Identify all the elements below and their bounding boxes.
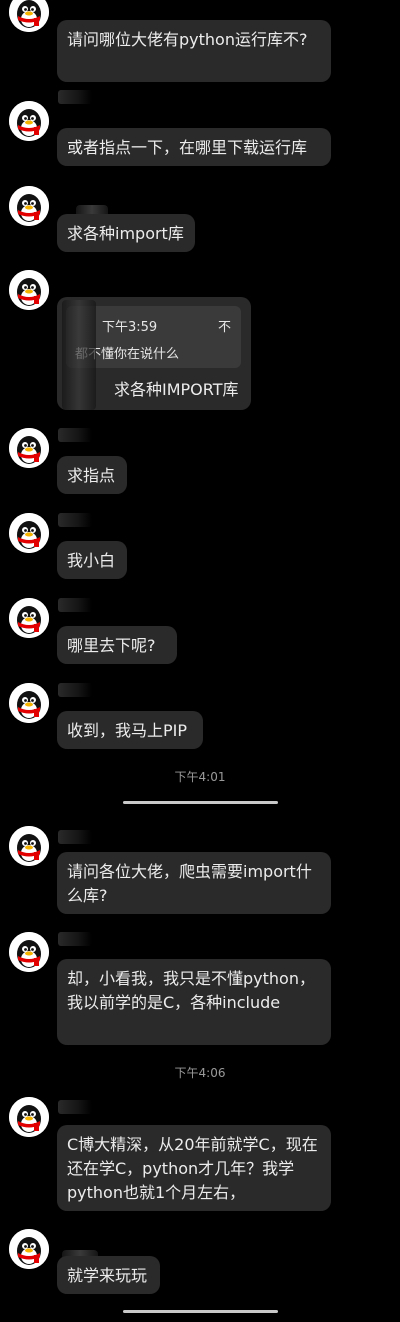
avatar[interactable] <box>9 826 49 866</box>
message-bubble[interactable]: 收到，我马上PIP <box>57 711 203 749</box>
message-text: 哪里去下呢? <box>67 636 156 655</box>
avatar[interactable] <box>9 1229 49 1269</box>
nickname-blur <box>58 598 92 612</box>
message-text: 我小白 <box>67 551 116 570</box>
message-text: 求各种IMPORT库 <box>114 380 239 399</box>
timestamp: 下午4:06 <box>174 1066 226 1080</box>
qq-penguin-icon <box>9 683 49 723</box>
nickname-blur <box>58 90 92 104</box>
qq-penguin-icon <box>9 826 49 866</box>
message-text: 求指点 <box>67 466 116 485</box>
message-text: 或者指点一下，在哪里下载运行库 <box>67 138 308 157</box>
message-bubble[interactable]: C博大精深，从20年前就学C，现在还在学C，python才几年？我学python… <box>57 1125 331 1211</box>
qq-penguin-icon <box>9 932 49 972</box>
avatar[interactable] <box>9 932 49 972</box>
message-text: 收到，我马上PIP <box>67 721 188 740</box>
message-bubble[interactable]: 请问各位大佬，爬虫需要import什么库? <box>57 852 331 914</box>
qq-penguin-icon <box>9 1229 49 1269</box>
message-text: 请问哪位大佬有python运行库不? <box>67 30 308 49</box>
qq-penguin-icon <box>9 598 49 638</box>
message-text: 请问各位大佬，爬虫需要import什么库? <box>67 862 312 905</box>
avatar[interactable] <box>9 186 49 226</box>
nickname-blur <box>58 513 92 527</box>
message-bubble[interactable]: 我小白 <box>57 541 127 579</box>
avatar[interactable] <box>9 270 49 310</box>
message-bubble[interactable]: 请问哪位大佬有python运行库不? <box>57 20 331 82</box>
qq-penguin-icon <box>9 270 49 310</box>
qq-penguin-icon <box>9 101 49 141</box>
timestamp: 下午4:01 <box>174 770 226 784</box>
message-bubble[interactable]: 就学来玩玩 <box>57 1256 160 1294</box>
message-text: C博大精深，从20年前就学C，现在还在学C，python才几年？我学python… <box>67 1135 318 1202</box>
nickname-blur <box>58 932 92 946</box>
message-bubble[interactable]: 求各种import库 <box>57 214 195 252</box>
quote-icon: 不 <box>217 320 231 335</box>
quote-time: 下午3:59 <box>102 320 158 335</box>
avatar[interactable] <box>9 0 49 32</box>
message-text: 却，小看我，我只是不懂python，我以前学的是C，各种include <box>67 969 315 1012</box>
message-text: 就学来玩玩 <box>67 1266 148 1285</box>
qq-penguin-icon <box>9 0 49 32</box>
nickname-blur <box>58 1100 92 1114</box>
nickname-blur <box>58 830 92 844</box>
home-indicator <box>123 1310 278 1313</box>
qq-penguin-icon <box>9 513 49 553</box>
nickname-blur <box>62 300 96 410</box>
avatar[interactable] <box>9 513 49 553</box>
avatar[interactable] <box>9 598 49 638</box>
qq-penguin-icon <box>9 428 49 468</box>
avatar[interactable] <box>9 428 49 468</box>
qq-penguin-icon <box>9 186 49 226</box>
message-bubble[interactable]: 却，小看我，我只是不懂python，我以前学的是C，各种include <box>57 959 331 1045</box>
scroll-indicator <box>123 801 278 804</box>
avatar[interactable] <box>9 683 49 723</box>
qq-penguin-icon <box>9 1097 49 1137</box>
message-bubble[interactable]: 或者指点一下，在哪里下载运行库 <box>57 128 331 166</box>
nickname-blur <box>58 683 92 697</box>
message-bubble[interactable]: 哪里去下呢? <box>57 626 177 664</box>
message-bubble[interactable]: 求指点 <box>57 456 127 494</box>
nickname-blur <box>58 428 92 442</box>
avatar[interactable] <box>9 1097 49 1137</box>
avatar[interactable] <box>9 101 49 141</box>
message-text: 求各种import库 <box>67 224 184 243</box>
